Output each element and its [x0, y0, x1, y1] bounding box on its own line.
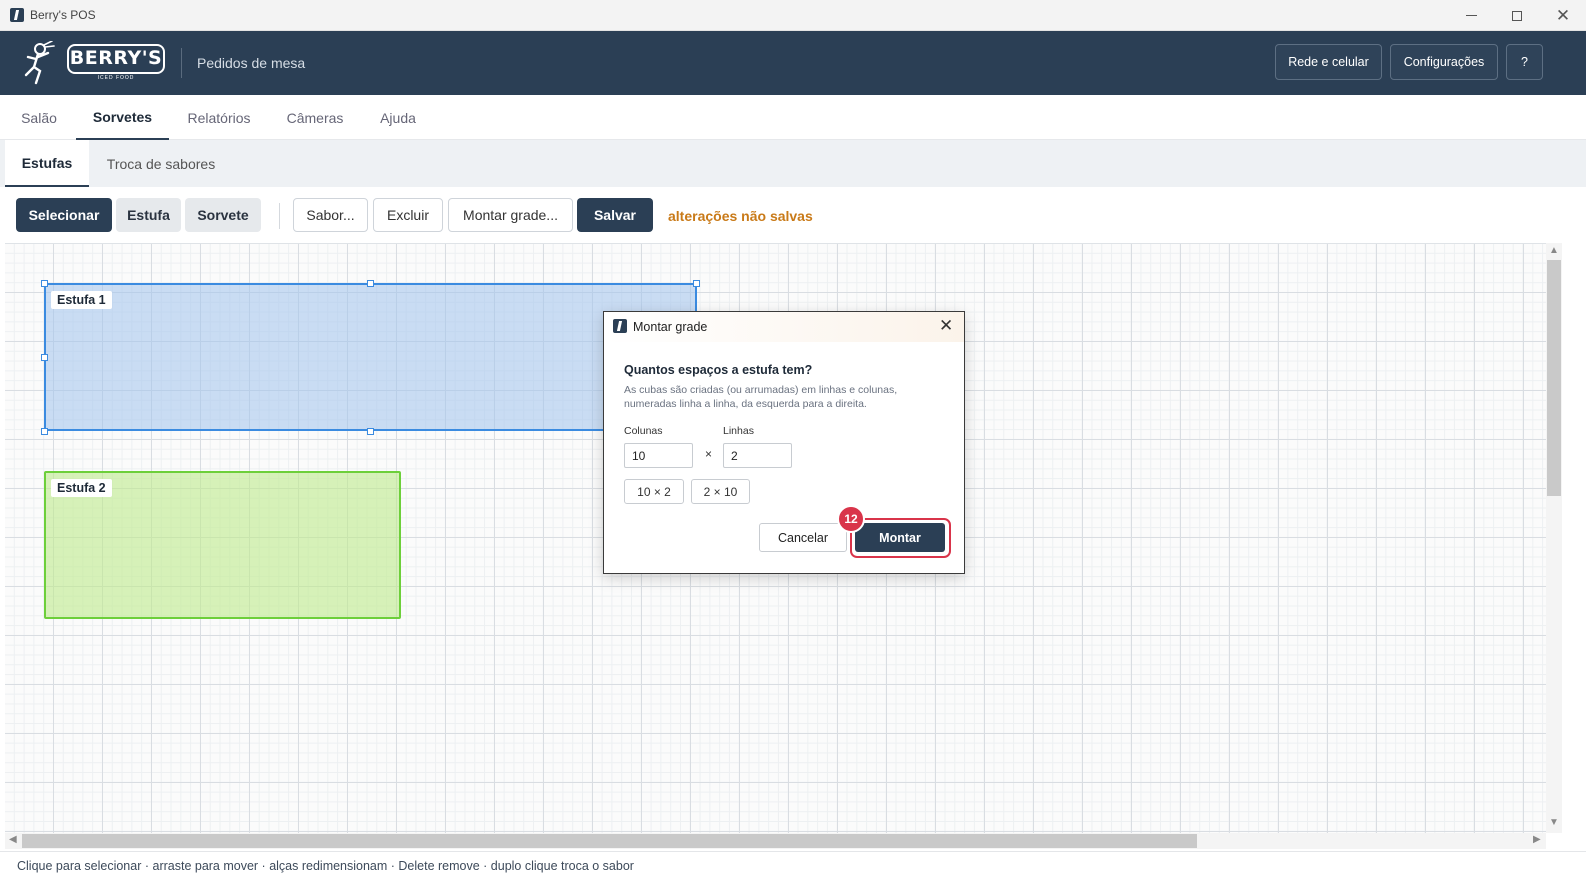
estufa-2[interactable]: Estufa 2	[44, 471, 401, 619]
close-icon: ✕	[1555, 5, 1571, 25]
scroll-down-icon[interactable]: ▼	[1549, 817, 1559, 828]
dialog-description: As cubas são criadas (ou arrumadas) em l…	[624, 384, 898, 410]
resize-handle-s[interactable]	[367, 428, 374, 435]
subtab-troca-de-sabores[interactable]: Troca de sabores	[95, 140, 227, 187]
brand-logo: BERRY'S	[67, 44, 165, 74]
window-title: Berry's POS	[30, 8, 96, 22]
subtab-estufas[interactable]: Estufas	[5, 140, 89, 187]
scroll-right-icon[interactable]: ▶	[1533, 834, 1541, 845]
save-button[interactable]: Salvar	[577, 198, 653, 232]
select-mode-button[interactable]: Selecionar	[16, 198, 112, 232]
status-bar: Clique para selecionar · arraste para mo…	[0, 851, 1586, 881]
vertical-scroll-thumb[interactable]	[1547, 260, 1561, 496]
network-button[interactable]: Rede e celular	[1275, 44, 1382, 80]
maximize-icon	[1512, 10, 1522, 21]
estufa-label: Estufa 2	[51, 479, 112, 497]
preset-2x10-button[interactable]: 2 × 10	[691, 479, 750, 504]
dialog-close-icon[interactable]: ✕	[939, 316, 953, 336]
estufa-mode-button[interactable]: Estufa	[116, 198, 181, 232]
settings-button[interactable]: Configurações	[1390, 44, 1498, 80]
step-badge: 12	[837, 505, 865, 533]
tab-sorvetes[interactable]: Sorvetes	[76, 95, 169, 140]
toolbar-separator	[279, 203, 280, 229]
tab-ajuda[interactable]: Ajuda	[368, 95, 428, 140]
window-titlebar: Berry's POS ✕	[0, 0, 1586, 31]
estufa-1[interactable]: Estufa 1	[44, 283, 697, 431]
help-button[interactable]: ?	[1506, 44, 1543, 80]
build-grid-button[interactable]: Montar grade...	[448, 198, 573, 232]
resize-handle-ne[interactable]	[693, 280, 700, 287]
status-hint: Clique para selecionar · arraste para mo…	[17, 859, 634, 873]
vertical-scrollbar[interactable]: ▲ ▼	[1546, 243, 1562, 833]
unsaved-changes-status: alterações não salvas	[668, 208, 813, 224]
minimize-icon	[1465, 15, 1477, 16]
dialog-question: Quantos espaços a estufa tem?	[624, 363, 813, 377]
horizontal-scrollbar[interactable]: ◀ ▶	[5, 833, 1546, 849]
main-tabs: Salão Sorvetes Relatórios Câmeras Ajuda	[0, 95, 1586, 140]
scroll-left-icon[interactable]: ◀	[9, 834, 17, 845]
delete-button[interactable]: Excluir	[373, 198, 443, 232]
scroll-up-icon[interactable]: ▲	[1549, 245, 1559, 256]
cancel-button[interactable]: Cancelar	[759, 523, 847, 552]
dialog-titlebar: Montar grade ✕	[604, 312, 964, 342]
brand-logo-subtext: ICED FOOD	[97, 75, 135, 81]
confirm-montar-button[interactable]: Montar	[855, 523, 945, 552]
header-subtitle: Pedidos de mesa	[197, 55, 306, 71]
header-divider	[181, 48, 182, 78]
app-icon	[613, 319, 627, 333]
mascot-logo-icon	[24, 41, 55, 85]
resize-handle-nw[interactable]	[41, 280, 48, 287]
tab-cameras[interactable]: Câmeras	[276, 95, 354, 140]
editor-toolbar: Selecionar Estufa Sorvete Sabor... Exclu…	[0, 187, 1586, 243]
sub-tabs: Estufas Troca de sabores	[0, 140, 1586, 187]
estufa-label: Estufa 1	[51, 291, 112, 309]
horizontal-scroll-thumb[interactable]	[22, 834, 1197, 848]
columns-label: Colunas	[624, 425, 663, 437]
flavor-button[interactable]: Sabor...	[293, 198, 368, 232]
tab-relatorios[interactable]: Relatórios	[175, 95, 263, 140]
build-grid-dialog: Montar grade ✕ Quantos espaços a estufa …	[603, 311, 965, 574]
sorvete-mode-button[interactable]: Sorvete	[185, 198, 261, 232]
resize-handle-sw[interactable]	[41, 428, 48, 435]
columns-input[interactable]: 10	[624, 443, 693, 468]
close-window-button[interactable]: ✕	[1540, 0, 1586, 31]
resize-handle-w[interactable]	[41, 354, 48, 361]
dialog-title: Montar grade	[633, 320, 708, 334]
preset-10x2-button[interactable]: 10 × 2	[624, 479, 684, 504]
app-icon	[10, 8, 24, 22]
times-symbol: ×	[705, 447, 713, 461]
rows-label: Linhas	[723, 425, 754, 437]
tab-salao[interactable]: Salão	[5, 95, 73, 140]
rows-input[interactable]: 2	[723, 443, 792, 468]
maximize-button[interactable]	[1494, 0, 1540, 31]
resize-handle-n[interactable]	[367, 280, 374, 287]
minimize-button[interactable]	[1448, 0, 1494, 31]
app-header: BERRY'S ICED FOOD Pedidos de mesa Rede e…	[0, 31, 1586, 95]
